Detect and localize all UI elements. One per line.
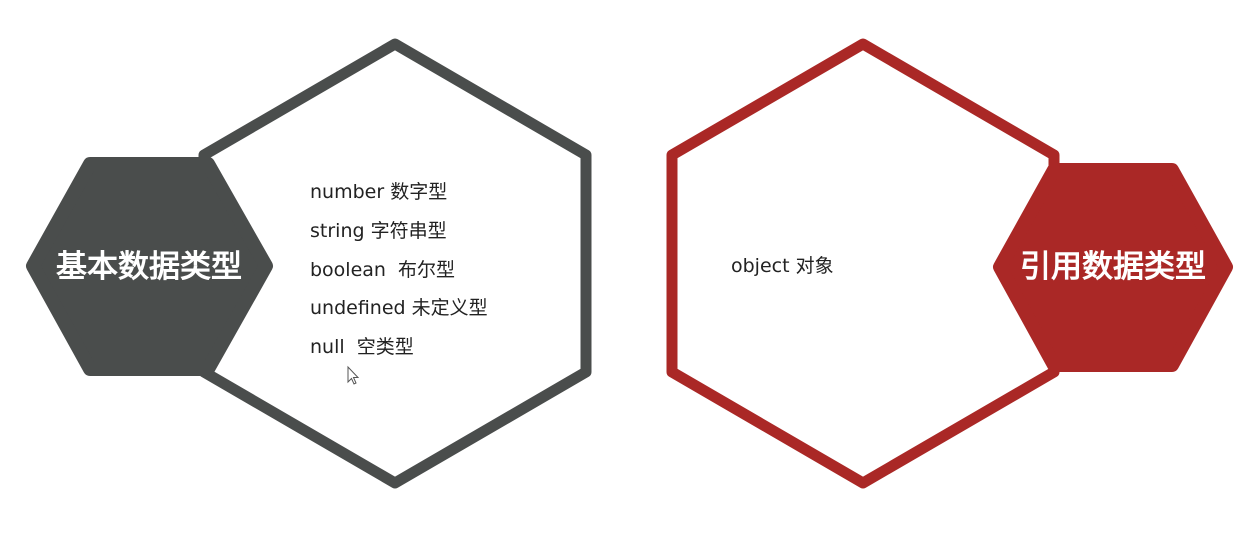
reference-types-label: 引用数据类型 [1020, 249, 1206, 285]
item-boolean: boolean 布尔型 [310, 259, 455, 281]
basic-types-label: 基本数据类型 [56, 249, 242, 285]
data-types-diagram: 基本数据类型 number 数字型 string 字符串型 boolean 布尔… [26, 38, 1233, 489]
item-string: string 字符串型 [310, 220, 447, 242]
item-object: object 对象 [731, 255, 834, 277]
item-null: null 空类型 [310, 336, 414, 358]
item-number: number 数字型 [310, 181, 447, 203]
item-undefined: undefined 未定义型 [310, 297, 488, 319]
